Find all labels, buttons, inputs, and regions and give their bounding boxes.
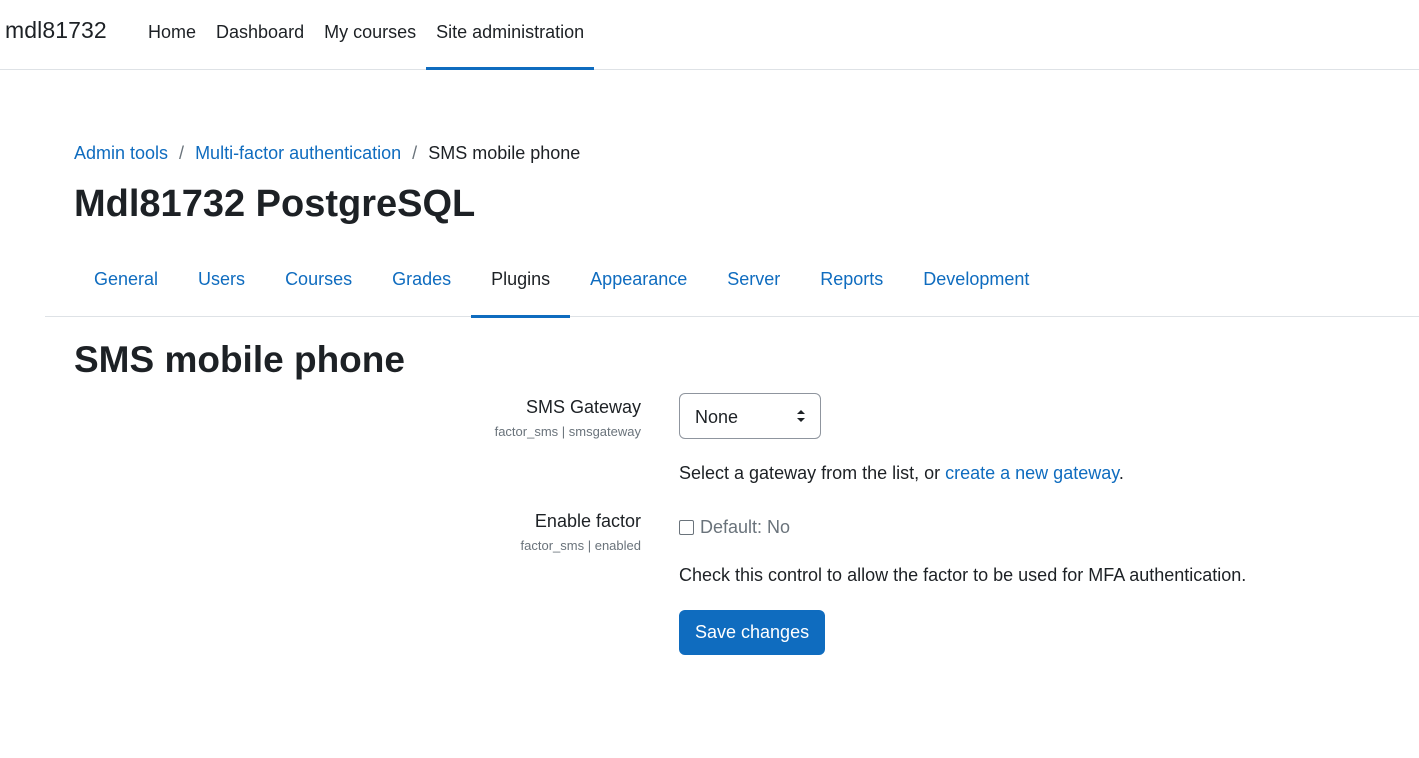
save-changes-button[interactable]: Save changes: [679, 610, 826, 655]
enable-factor-label: Enable factor: [534, 511, 641, 531]
site-brand[interactable]: mdl81732: [5, 17, 107, 44]
create-new-gateway-link[interactable]: create a new gateway: [945, 463, 1119, 483]
select-caret-icon: [797, 410, 805, 422]
primary-navigation: Home Dashboard My courses Site administr…: [138, 0, 595, 70]
sms-gateway-select[interactable]: None: [679, 393, 821, 439]
page-heading: SMS mobile phone: [74, 339, 405, 380]
enable-factor-row: Default: No: [679, 517, 790, 538]
tab-users[interactable]: Users: [178, 253, 265, 317]
breadcrumb-current: SMS mobile phone: [428, 143, 581, 163]
enable-factor-default: Default: No: [700, 517, 791, 537]
top-navbar: mdl81732 Home Dashboard My courses Site …: [0, 0, 1419, 70]
breadcrumb-multi-factor-authentication[interactable]: Multi-factor authentication: [195, 143, 401, 164]
nav-site-administration[interactable]: Site administration: [426, 0, 595, 70]
sms-gateway-setting-id: factor_sms | smsgateway: [494, 424, 641, 439]
tab-courses[interactable]: Courses: [265, 253, 372, 317]
breadcrumb: Admin tools / Multi-factor authenticatio…: [74, 143, 580, 164]
site-title: Mdl81732 PostgreSQL: [74, 183, 476, 225]
admin-tabs: General Users Courses Grades Plugins App…: [45, 253, 1419, 318]
enable-factor-checkbox[interactable]: [679, 520, 694, 535]
breadcrumb-separator: /: [412, 143, 418, 163]
sms-gateway-label: SMS Gateway: [525, 397, 641, 417]
sms-gateway-label-group: SMS Gateway factor_sms | smsgateway: [495, 397, 641, 439]
tab-reports[interactable]: Reports: [800, 253, 903, 317]
nav-my-courses[interactable]: My courses: [314, 0, 426, 70]
tab-general[interactable]: General: [74, 253, 178, 317]
sms-gateway-description: Select a gateway from the list, or creat…: [679, 463, 1124, 483]
enable-factor-setting-id: factor_sms | enabled: [520, 538, 641, 553]
tab-appearance[interactable]: Appearance: [570, 253, 707, 317]
breadcrumb-separator: /: [179, 143, 185, 163]
enable-factor-description: Check this control to allow the factor t…: [679, 565, 1247, 585]
nav-dashboard[interactable]: Dashboard: [206, 0, 314, 70]
breadcrumb-admin-tools[interactable]: Admin tools: [74, 143, 168, 164]
tab-plugins[interactable]: Plugins: [471, 253, 571, 318]
sms-gateway-selected-value: None: [695, 407, 739, 427]
tab-grades[interactable]: Grades: [372, 253, 471, 317]
tab-development[interactable]: Development: [903, 253, 1049, 317]
nav-home[interactable]: Home: [138, 0, 206, 70]
enable-factor-label-group: Enable factor factor_sms | enabled: [521, 511, 641, 553]
tab-server[interactable]: Server: [707, 253, 800, 317]
